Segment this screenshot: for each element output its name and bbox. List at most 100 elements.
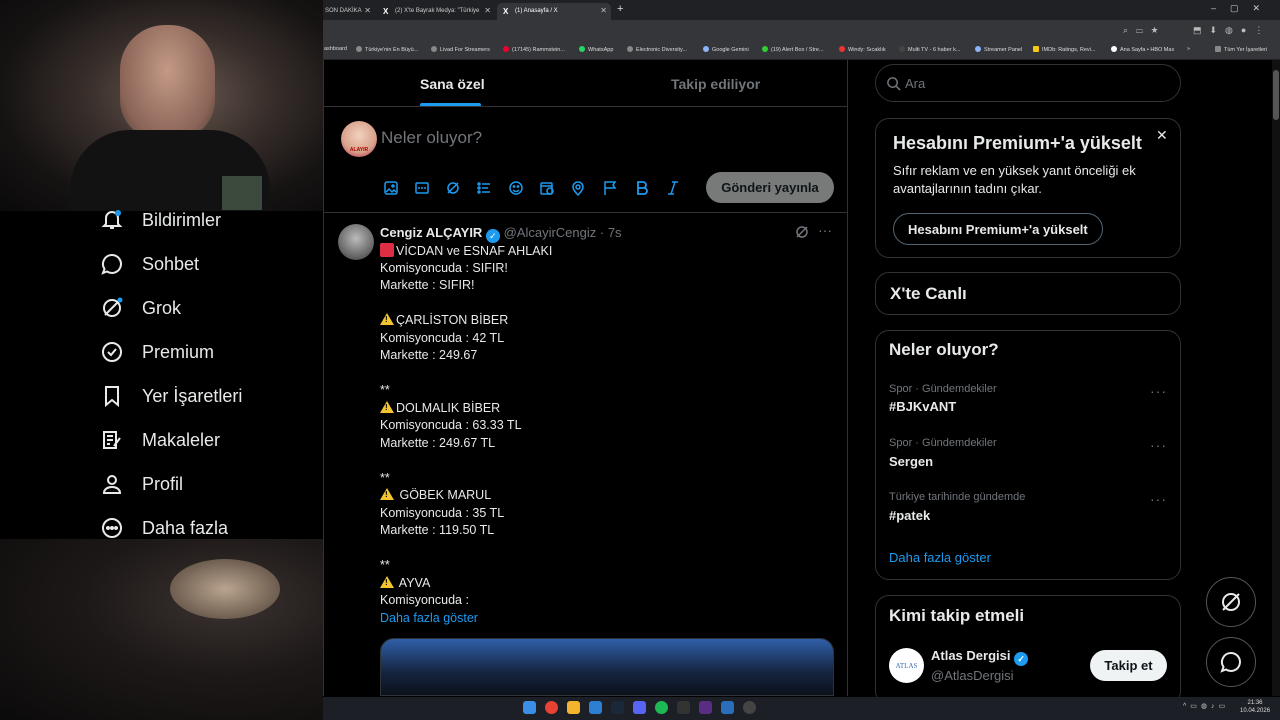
trend-name[interactable]: Sergen [889, 454, 933, 469]
bookmark-item[interactable]: WhatsApp [579, 46, 613, 53]
app-icon[interactable] [589, 701, 602, 714]
window-controls[interactable]: –▢✕ [1211, 3, 1274, 14]
taskbar: ^▭◍♪▭ 21:36 10.04.2026 [323, 697, 1280, 720]
follow-title: Kimi takip etmeli [889, 606, 1025, 625]
nav-chat[interactable]: Sohbet [100, 244, 199, 284]
nav-bookmarks[interactable]: Yer İşaretleri [100, 376, 242, 416]
clock-time: 21:36 [1247, 700, 1263, 706]
explorer-icon[interactable] [567, 701, 580, 714]
post-button[interactable]: Gönderi yayınla [706, 172, 834, 203]
emoji-icon[interactable] [508, 180, 524, 196]
tab-for-you[interactable]: Sana özel [420, 76, 485, 92]
grok-icon [1222, 593, 1240, 611]
author-handle[interactable]: @AlcayirCengiz [504, 225, 597, 240]
nav-profile[interactable]: Profil [100, 464, 183, 504]
bookmark-item[interactable]: Windy: Sıcaklık [839, 46, 886, 53]
trend-name[interactable]: #BJKvANT [889, 399, 956, 414]
scrollbar[interactable] [1272, 60, 1280, 696]
close-icon[interactable]: ✕ [484, 6, 491, 15]
trend-name[interactable]: #patek [889, 508, 930, 523]
nav-articles[interactable]: Makaleler [100, 420, 220, 460]
bookmark-icon [105, 386, 119, 408]
grok-fab[interactable] [1206, 577, 1256, 627]
nav-label: Profil [142, 473, 184, 494]
clock[interactable]: 21:36 10.04.2026 [1240, 699, 1270, 715]
scrollbar-thumb[interactable] [1273, 70, 1279, 120]
app-icon[interactable] [743, 701, 756, 714]
follow-button[interactable]: Takip et [1090, 650, 1167, 681]
trend-more-icon[interactable]: ··· [1150, 383, 1167, 399]
article-icon [103, 431, 121, 449]
poll-icon[interactable] [476, 180, 492, 196]
chrome-icon[interactable] [545, 701, 558, 714]
bookmark-item[interactable]: Ana Sayfa • HBO Max [1111, 46, 1174, 53]
author-name[interactable]: Cengiz ALÇAYIR [380, 225, 482, 240]
live-card[interactable]: X'te Canlı [875, 272, 1181, 315]
gif-icon[interactable] [414, 180, 430, 196]
bookmark-item[interactable]: ashboard [324, 46, 347, 52]
trend-more-icon[interactable]: ··· [1150, 491, 1167, 507]
all-bookmarks[interactable]: Tüm Yer İşaretleri [1215, 46, 1267, 53]
tweet-more-icon[interactable]: ··· [818, 222, 832, 238]
grok-explain-icon[interactable] [794, 224, 810, 240]
grok-compose-icon[interactable] [445, 180, 461, 196]
bookmark-item[interactable]: (19) Alert Box / Stre... [762, 46, 824, 53]
search-input[interactable]: Ara [875, 64, 1181, 102]
premium-icon [102, 342, 122, 362]
address-bar[interactable]: ⌕▭★ ⬒⬇◍●⋮ [323, 20, 1280, 42]
follow-avatar[interactable]: ATLAS [889, 648, 924, 683]
composer-input[interactable]: Neler oluyor? [381, 128, 681, 150]
bookmarks-overflow[interactable]: » [1187, 46, 1190, 52]
close-icon[interactable]: ✕ [1156, 127, 1168, 144]
dog-image [170, 559, 280, 619]
start-icon[interactable] [523, 701, 536, 714]
warning-icon [380, 488, 394, 500]
nav-label: Grok [142, 297, 182, 318]
nav-more[interactable]: Daha fazla [100, 508, 228, 548]
bookmark-item[interactable]: IMDb: Ratings, Revi... [1033, 46, 1096, 53]
new-tab-button[interactable]: + [617, 3, 623, 15]
flag-icon[interactable] [602, 180, 618, 196]
bookmark-item[interactable]: Electronic Diversity... [627, 46, 687, 53]
app-icon[interactable] [721, 701, 734, 714]
tweet-media[interactable] [380, 638, 834, 696]
close-icon[interactable]: ✕ [364, 6, 371, 15]
tweet-show-more[interactable]: Daha fazla göster [380, 611, 478, 625]
premium-upgrade-button[interactable]: Hesabını Premium+'a yükselt [893, 213, 1103, 245]
bookmark-item[interactable]: Livad For Streamers [431, 46, 490, 53]
author-avatar[interactable] [338, 224, 374, 260]
bookmark-item[interactable]: Multi TV - 6 haber k... [899, 46, 960, 53]
follow-name[interactable]: Atlas Dergisi ✓ [931, 648, 1029, 666]
bookmark-item[interactable]: (17145) Rammstein... [503, 46, 565, 53]
tweet-time[interactable]: · 7s [600, 225, 622, 240]
composer-avatar[interactable]: ALAYIR [341, 121, 377, 157]
trends-show-more[interactable]: Daha fazla göster [889, 550, 991, 565]
bookmark-item[interactable]: Türkiye'nin En Büyü... [356, 46, 418, 53]
discord-icon[interactable] [633, 701, 646, 714]
schedule-icon[interactable] [539, 180, 555, 196]
app-icon[interactable] [677, 701, 690, 714]
extension-icons[interactable]: ⬒⬇◍●⋮ [1193, 25, 1271, 36]
tray-icons[interactable]: ^▭◍♪▭ [1183, 702, 1229, 710]
app-icon[interactable] [699, 701, 712, 714]
nav-grok[interactable]: Grok [100, 288, 181, 328]
tab-following[interactable]: Takip ediliyor [671, 76, 760, 92]
nav-premium[interactable]: Premium [100, 332, 214, 372]
browser-tab-active[interactable]: X (1) Anasayfa / X ✕ [497, 3, 611, 20]
messages-fab[interactable] [1206, 637, 1256, 687]
trend-more-icon[interactable]: ··· [1150, 437, 1167, 453]
close-icon[interactable]: ✕ [600, 6, 607, 15]
toolbar-icons[interactable]: ⌕▭★ [1123, 25, 1166, 36]
italic-icon[interactable] [665, 180, 681, 196]
bookmark-item[interactable]: Google Gemini [703, 46, 749, 53]
browser-tab[interactable]: SON DAKİKA ✕ [323, 3, 375, 20]
browser-tab[interactable]: X (2) X'te Bayrak Medya: "Türkiye ✕ [377, 3, 495, 20]
bookmark-item[interactable]: Streamer Panel [975, 46, 1022, 53]
nav-notifications[interactable]: Bildirimler [100, 200, 221, 240]
steam-icon[interactable] [611, 701, 624, 714]
location-icon[interactable] [570, 180, 586, 196]
image-icon[interactable] [383, 180, 399, 196]
spotify-icon[interactable] [655, 701, 668, 714]
bold-icon[interactable] [634, 180, 650, 196]
search-icon [887, 77, 901, 91]
